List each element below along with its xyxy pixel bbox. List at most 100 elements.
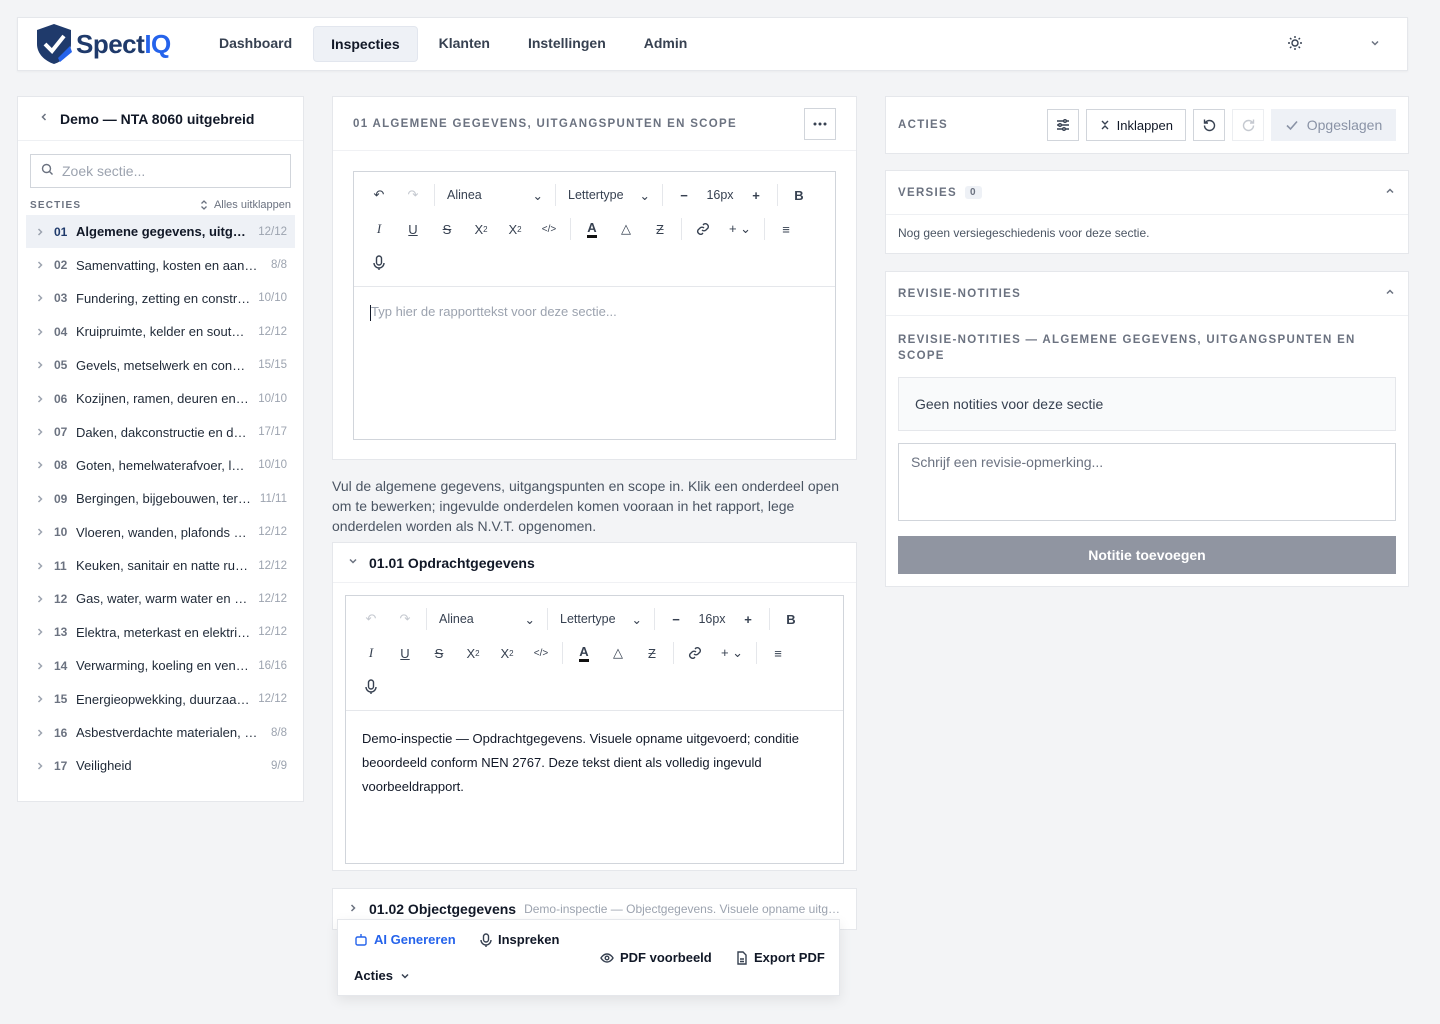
logo[interactable]: SpectIQ <box>34 22 194 66</box>
back-chevron-left-icon[interactable] <box>38 111 50 126</box>
undo-icon[interactable]: ↶ <box>354 604 388 634</box>
editor-toolbar: ↶ ↷ Alinea ⌄ Lettertype ⌄ − 16px + B I U… <box>354 172 835 287</box>
sidebar-item-11[interactable]: 11 Keuken, sanitair en natte ruimtes 12/12 <box>26 549 295 582</box>
revision-header[interactable]: REVISIE-NOTITIES <box>886 272 1408 316</box>
link-icon[interactable] <box>686 214 720 244</box>
highlight-icon[interactable]: △ <box>601 638 635 668</box>
collapse-button[interactable]: Inklappen <box>1085 109 1186 141</box>
section-name: Vloeren, wanden, plafonds en trappen <box>76 524 258 540</box>
clear-format-icon[interactable]: Ƶ <box>643 214 677 244</box>
insert-plus-icon[interactable]: + ⌄ <box>712 638 752 668</box>
versions-header[interactable]: VERSIES 0 <box>886 171 1408 215</box>
chevron-up-icon[interactable] <box>1384 286 1396 301</box>
user-menu-chevron-down-icon[interactable] <box>1369 37 1381 52</box>
underline-button[interactable]: U <box>388 638 422 668</box>
superscript-button[interactable]: X2 <box>490 638 524 668</box>
subscript-button[interactable]: X2 <box>464 214 498 244</box>
bold-button[interactable]: B <box>782 180 816 210</box>
sidebar-item-03[interactable]: 03 Fundering, zetting en constructie 10/10 <box>26 282 295 315</box>
align-left-icon[interactable]: ≡ <box>761 638 795 668</box>
strikethrough-button[interactable]: S <box>430 214 464 244</box>
sidebar-item-04[interactable]: 04 Kruipruimte, kelder en souterrain 12/12 <box>26 315 295 348</box>
text-color-icon[interactable]: A <box>567 638 601 668</box>
undo-history-button[interactable] <box>1193 109 1225 141</box>
expand-all-button[interactable]: Alles uitklappen <box>198 199 291 211</box>
sidebar-item-10[interactable]: 10 Vloeren, wanden, plafonds en trappen12… <box>26 516 295 549</box>
highlight-icon[interactable]: △ <box>609 214 643 244</box>
italic-button[interactable]: I <box>354 638 388 668</box>
redo-history-button[interactable] <box>1232 109 1264 141</box>
saved-button[interactable]: Opgeslagen <box>1271 109 1396 141</box>
subscript-button[interactable]: X2 <box>456 638 490 668</box>
sidebar-item-15[interactable]: 15 Energieopwekking, duurzaamheid 12/12 <box>26 682 295 715</box>
strikethrough-button[interactable]: S <box>422 638 456 668</box>
code-icon[interactable]: </> <box>524 638 558 668</box>
actions-dropdown[interactable]: Acties <box>354 968 411 983</box>
sidebar-item-16[interactable]: 16 Asbestverdachte materialen, milieu 8/8 <box>26 716 295 749</box>
sidebar-item-17[interactable]: 17 Veiligheid 9/9 <box>26 749 295 782</box>
redo-icon[interactable]: ↷ <box>396 180 430 210</box>
sidebar-item-05[interactable]: 05 Gevels, metselwerk en constructie 15/15 <box>26 349 295 382</box>
microphone-icon[interactable] <box>354 672 388 702</box>
section-name: Asbestverdachte materialen, milieu <box>76 725 271 741</box>
editor-content-area[interactable]: Demo-inspectie — Opdrachtgegevens. Visue… <box>346 711 843 863</box>
paragraph-select[interactable]: Alinea ⌄ <box>439 180 551 210</box>
sidebar-item-13[interactable]: 13 Elektra, meterkast en elektrische inst… <box>26 616 295 649</box>
section-number: 04 <box>54 324 68 339</box>
chevron-up-icon[interactable] <box>1384 185 1396 200</box>
sidebar-item-02[interactable]: 02 Samenvatting, kosten en aanbevelingen8… <box>26 248 295 281</box>
sidebar-item-14[interactable]: 14 Verwarming, koeling en ventilatie 16/16 <box>26 649 295 682</box>
ai-generate-button[interactable]: AI Genereren <box>354 932 456 947</box>
chevron-down-icon: ⌄ <box>639 188 650 203</box>
font-select[interactable]: Lettertype ⌄ <box>560 180 658 210</box>
decrease-size-button[interactable]: − <box>659 604 693 634</box>
nav-admin[interactable]: Admin <box>627 26 705 62</box>
increase-size-button[interactable]: + <box>739 180 773 210</box>
microphone-icon[interactable] <box>362 248 396 278</box>
text-color-icon[interactable]: A <box>575 214 609 244</box>
export-pdf-button[interactable]: Export PDF <box>736 950 825 965</box>
add-note-button[interactable]: Notitie toevoegen <box>898 536 1396 574</box>
chevron-right-icon <box>34 259 54 271</box>
top-navbar: SpectIQ Dashboard Inspecties Klanten Ins… <box>17 17 1408 71</box>
superscript-button[interactable]: X2 <box>498 214 532 244</box>
section-search <box>30 154 291 188</box>
theme-toggle-sun-icon[interactable] <box>1287 35 1303 54</box>
code-icon[interactable]: </> <box>532 214 566 244</box>
sidebar-item-07[interactable]: 07 Daken, dakconstructie en dakbedekking1… <box>26 415 295 448</box>
decrease-size-button[interactable]: − <box>667 180 701 210</box>
sidebar-item-01[interactable]: 01 Algemene gegevens, uitgangspunten en s… <box>26 215 295 249</box>
pdf-preview-button[interactable]: PDF voorbeeld <box>600 950 712 965</box>
nav-dashboard[interactable]: Dashboard <box>202 26 309 62</box>
section-count: 11/11 <box>259 492 287 505</box>
bold-button[interactable]: B <box>774 604 808 634</box>
font-select[interactable]: Lettertype ⌄ <box>552 604 650 634</box>
dictate-button[interactable]: Inspreken <box>480 932 559 947</box>
increase-size-button[interactable]: + <box>731 604 765 634</box>
insert-plus-icon[interactable]: + ⌄ <box>720 214 760 244</box>
align-left-icon[interactable]: ≡ <box>769 214 803 244</box>
italic-button[interactable]: I <box>362 214 396 244</box>
paragraph-select[interactable]: Alinea ⌄ <box>431 604 543 634</box>
nav-klanten[interactable]: Klanten <box>422 26 507 62</box>
nav-instellingen[interactable]: Instellingen <box>511 26 623 62</box>
sidebar-item-08[interactable]: 08 Goten, hemelwaterafvoer, lood en zink1… <box>26 449 295 482</box>
subsection-header[interactable]: 01.01 Opdrachtgegevens <box>333 543 856 583</box>
filter-settings-button[interactable] <box>1046 109 1079 141</box>
sidebar-item-12[interactable]: 12 Gas, water, warm water en riolering12/… <box>26 582 295 615</box>
editor-content-area[interactable]: Typ hier de rapporttekst voor deze secti… <box>354 287 835 439</box>
section-count: 15/15 <box>258 359 287 372</box>
sidebar-item-06[interactable]: 06 Kozijnen, ramen, deuren en beglazing10… <box>26 382 295 415</box>
subsection-title: 01.01 Opdrachtgegevens <box>369 554 535 571</box>
revision-note-input[interactable]: Schrijf een revisie-opmerking... <box>898 443 1396 521</box>
undo-icon[interactable]: ↶ <box>362 180 396 210</box>
link-icon[interactable] <box>678 638 712 668</box>
section-name: Kruipruimte, kelder en souterrain <box>76 324 259 340</box>
underline-button[interactable]: U <box>396 214 430 244</box>
redo-icon[interactable]: ↷ <box>388 604 422 634</box>
clear-format-icon[interactable]: Ƶ <box>635 638 669 668</box>
sidebar-item-09[interactable]: 09 Bergingen, bijgebouwen, terreinen 11/11 <box>26 482 295 515</box>
search-input[interactable] <box>62 163 282 179</box>
nav-inspecties[interactable]: Inspecties <box>313 26 418 62</box>
more-options-button[interactable] <box>804 107 836 140</box>
